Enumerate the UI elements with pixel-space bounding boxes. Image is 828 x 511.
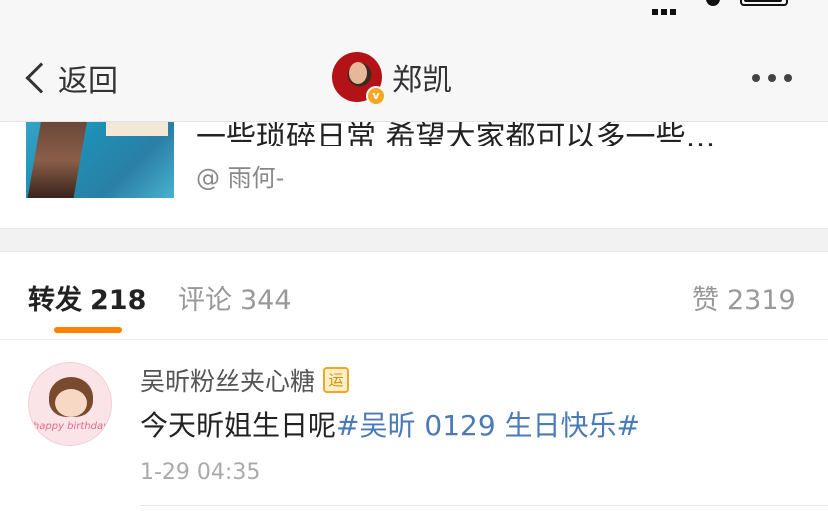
section-divider: [0, 228, 828, 252]
tab-count: 2319: [727, 285, 796, 316]
tab-label: 赞: [692, 285, 719, 316]
avatar-caption: happy birthday: [32, 421, 110, 432]
interaction-tabs: 转发 218 评论 344 赞 2319: [0, 252, 828, 340]
tab-comment[interactable]: 评论 344: [178, 278, 292, 317]
tab-count: 344: [240, 285, 292, 316]
more-options-icon[interactable]: [752, 74, 800, 82]
repost-text: 今天昕姐生日呢#吴昕 0129 生日快乐#: [140, 404, 640, 444]
navigation-bar: 返回 v 郑凯: [0, 20, 828, 122]
topic-link[interactable]: #吴昕 0129 生日快乐#: [336, 409, 640, 442]
status-bar: [0, 0, 828, 20]
active-tab-indicator: [54, 327, 122, 333]
avatar[interactable]: v: [332, 52, 386, 106]
user-name[interactable]: 吴昕粉丝夹心糖 运: [140, 362, 350, 398]
chevron-left-icon: [25, 62, 57, 94]
back-label: 返回: [58, 64, 118, 99]
back-button[interactable]: 返回: [22, 56, 118, 100]
tab-count: 218: [90, 285, 147, 316]
battery-icon: [740, 0, 788, 6]
verified-badge-icon: v: [366, 86, 386, 106]
timestamp: 1-29 04:35: [140, 460, 261, 485]
tab-repost[interactable]: 转发 218: [28, 278, 146, 317]
divider: [140, 505, 828, 506]
tab-like[interactable]: 赞 2319: [692, 278, 796, 317]
page-title: 郑凯: [392, 63, 452, 98]
avatar[interactable]: happy birthday: [28, 362, 112, 446]
embedded-post-author[interactable]: @ 雨何-: [196, 158, 284, 193]
user-level-badge-icon: 运: [323, 367, 350, 393]
wifi-icon: [706, 0, 720, 6]
embedded-post-card[interactable]: 一些琐碎日常 希望大家都可以多一些… @ 雨何-: [0, 102, 828, 228]
repost-body: 今天昕姐生日呢: [140, 409, 337, 442]
avatar-face: [349, 62, 367, 84]
tab-label: 转发: [28, 285, 82, 316]
user-name-text: 吴昕粉丝夹心糖: [140, 367, 316, 396]
nav-profile[interactable]: v 郑凯: [332, 52, 452, 106]
tab-label: 评论: [178, 285, 232, 316]
list-item[interactable]: happy birthday 吴昕粉丝夹心糖 运 今天昕姐生日呢#吴昕 0129…: [0, 340, 828, 511]
signal-icon: [652, 0, 679, 19]
